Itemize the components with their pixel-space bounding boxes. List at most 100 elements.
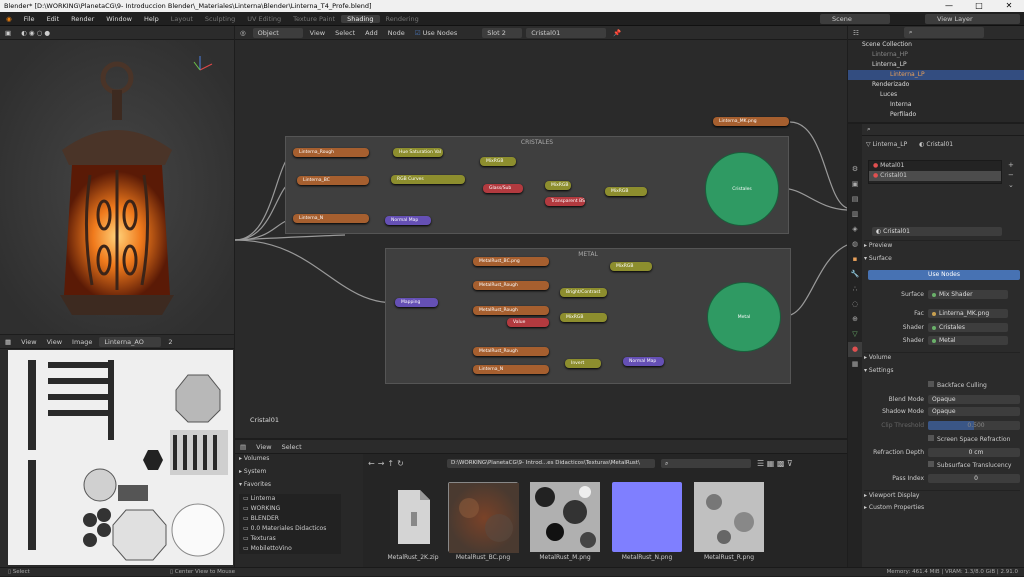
- material-name-field[interactable]: ◐ Cristal01: [872, 227, 1002, 236]
- outliner-item[interactable]: Linterna_LP: [848, 60, 1024, 70]
- menu-file[interactable]: File: [18, 15, 41, 23]
- node-invert[interactable]: Invert: [565, 359, 601, 368]
- file-browser-type-icon[interactable]: ▤: [235, 443, 251, 451]
- favorite-item[interactable]: ▭ Texturas: [239, 534, 341, 544]
- ssr-checkbox[interactable]: Screen Space Refraction: [928, 435, 1024, 445]
- node-linterna-mk[interactable]: Linterna_MK.png: [713, 117, 789, 126]
- file-search-input[interactable]: ⌕: [661, 459, 751, 468]
- tab-sculpting[interactable]: Sculpting: [199, 15, 241, 23]
- file-thumb-r[interactable]: [694, 482, 764, 552]
- panel-custom-properties[interactable]: ▸ Custom Properties: [864, 503, 1020, 513]
- favorite-item[interactable]: ▭ WORKING: [239, 504, 341, 514]
- back-arrow-icon[interactable]: ←: [368, 459, 375, 468]
- node-normal-map-metal[interactable]: Normal Map: [623, 357, 664, 366]
- props-search-icon[interactable]: ⌕: [862, 125, 876, 134]
- node-mixrgb-metal[interactable]: MixRGB: [610, 262, 652, 271]
- node-mixrgb-2[interactable]: MixRGB: [545, 181, 571, 190]
- view-layer-selector[interactable]: View Layer: [925, 14, 1020, 24]
- slot-menu-icon[interactable]: ⌄: [1008, 180, 1014, 190]
- slot-dropdown[interactable]: Slot 2: [482, 27, 523, 38]
- properties-panel[interactable]: ⚙ ▣ ▤ ▥ ◈ ◍ ▪ 🔧 ∴ ◌ ⊕ ▽ ● ▦ ⌕ ▽ Linterna…: [848, 124, 1024, 567]
- menu-add[interactable]: Add: [360, 29, 383, 37]
- node-editor-type-icon[interactable]: ◎: [235, 29, 251, 37]
- minimize-button[interactable]: —: [934, 0, 964, 12]
- outliner[interactable]: Scene Collection Linterna_HP Linterna_LP…: [848, 40, 1024, 122]
- use-nodes-button[interactable]: Use Nodes: [868, 270, 1020, 280]
- refraction-depth-field[interactable]: 0 cm: [928, 448, 1020, 457]
- menu-image[interactable]: Image: [67, 338, 97, 346]
- image-editor-type-icon[interactable]: ▦: [0, 338, 16, 346]
- panel-viewport-display[interactable]: ▸ Viewport Display: [864, 490, 1020, 500]
- sidebar-volumes[interactable]: ▸ Volumes: [235, 454, 363, 464]
- menu-view-files[interactable]: View: [251, 443, 276, 451]
- pass-index-field[interactable]: 0: [928, 474, 1020, 483]
- node-mixrgb-3[interactable]: MixRGB: [605, 187, 647, 196]
- object-mode-dropdown[interactable]: Object: [252, 27, 303, 38]
- maximize-button[interactable]: □: [964, 0, 994, 12]
- view-layer-tab-icon[interactable]: ▥: [848, 207, 862, 222]
- outliner-item[interactable]: Luces: [848, 90, 1024, 100]
- add-slot-button[interactable]: +: [1008, 160, 1014, 170]
- fac-field[interactable]: Linterna_MK.png: [928, 309, 1008, 318]
- favorite-item[interactable]: ▭ Linterna: [239, 494, 341, 504]
- file-thumb-n[interactable]: [612, 482, 682, 552]
- tab-uv-editing[interactable]: UV Editing: [241, 15, 287, 23]
- node-cristales-bsdf[interactable]: Cristales: [705, 152, 779, 226]
- parent-dir-icon[interactable]: ↑: [387, 459, 394, 468]
- data-tab-icon[interactable]: ▽: [848, 327, 862, 342]
- file-thumb-m[interactable]: [530, 482, 600, 552]
- shadow-mode-dropdown[interactable]: Opaque: [928, 407, 1020, 416]
- node-normal-map-cristales[interactable]: Normal Map: [385, 216, 431, 225]
- modifier-tab-icon[interactable]: 🔧: [848, 267, 862, 282]
- 3d-viewport[interactable]: [0, 40, 234, 334]
- menu-view-image-2[interactable]: View: [42, 338, 67, 346]
- file-browser[interactable]: ▤ View Select ▸ Volumes ▸ System ▾ Favor…: [235, 440, 847, 567]
- node-linterna-bc[interactable]: Linterna_BC: [297, 176, 369, 185]
- surface-shader-field[interactable]: Mix Shader: [928, 290, 1008, 299]
- close-button[interactable]: ✕: [994, 0, 1024, 12]
- node-hue-saturation[interactable]: Hue Saturation Val: [393, 148, 443, 157]
- node-linterna-n-metal[interactable]: Linterna_N: [473, 365, 549, 374]
- file-path-field[interactable]: D:\WORKING\PlanetaCG\9- Introd...es Dida…: [447, 459, 655, 468]
- panel-surface[interactable]: ▾ Surface: [864, 254, 1020, 264]
- display-mode-icons[interactable]: ☰ ▦ ▩ ⊽: [757, 459, 793, 468]
- output-tab-icon[interactable]: ▤: [848, 192, 862, 207]
- forward-arrow-icon[interactable]: →: [378, 459, 385, 468]
- tab-shading[interactable]: Shading: [341, 14, 380, 23]
- material-slot[interactable]: ● Metal01: [869, 161, 1001, 171]
- tab-layout[interactable]: Layout: [165, 15, 199, 23]
- menu-render[interactable]: Render: [65, 15, 100, 23]
- file-thumb-zip[interactable]: [378, 482, 448, 552]
- outliner-item-selected[interactable]: Linterna_LP: [848, 70, 1024, 80]
- material-slot-selected[interactable]: ● Cristal01: [869, 171, 1001, 181]
- outliner-item[interactable]: Scene Collection: [848, 40, 1024, 50]
- node-linterna-rough[interactable]: Linterna_Rough: [293, 148, 369, 157]
- node-editor[interactable]: CRISTALES METAL Linterna_MK.png Linterna…: [235, 40, 847, 438]
- node-metalrust-rough-3[interactable]: MetalRust_Rough: [473, 347, 549, 356]
- tab-texture-paint[interactable]: Texture Paint: [287, 15, 341, 23]
- use-nodes-checkbox[interactable]: ☑ Use Nodes: [410, 29, 462, 37]
- world-tab-icon[interactable]: ◍: [848, 237, 862, 252]
- outliner-type-icon[interactable]: ☷: [848, 29, 864, 37]
- outliner-item[interactable]: Linterna_HP: [848, 50, 1024, 60]
- menu-view[interactable]: View: [305, 29, 330, 37]
- node-mixrgb-1[interactable]: MixRGB: [480, 157, 516, 166]
- node-mapping[interactable]: Mapping: [395, 298, 438, 307]
- material-tab-icon[interactable]: ●: [848, 342, 862, 357]
- physics-tab-icon[interactable]: ◌: [848, 297, 862, 312]
- outliner-search-input[interactable]: ⌕: [903, 27, 984, 38]
- sss-checkbox[interactable]: Subsurface Translucency: [928, 461, 1024, 471]
- menu-select[interactable]: Select: [330, 29, 360, 37]
- clip-threshold-slider[interactable]: 0.500: [928, 421, 1020, 430]
- favorite-item[interactable]: ▭ MobilettoVino: [239, 544, 341, 554]
- shader1-field[interactable]: Cristales: [928, 323, 1008, 332]
- favorite-item[interactable]: ▭ 0.0 Materiales Didacticos: [239, 524, 341, 534]
- particles-tab-icon[interactable]: ∴: [848, 282, 862, 297]
- blender-logo-icon[interactable]: ◉: [0, 15, 18, 23]
- menu-node[interactable]: Node: [383, 29, 410, 37]
- sidebar-favorites[interactable]: ▾ Favorites: [235, 480, 363, 490]
- node-bright-contrast[interactable]: Bright/Contrast: [560, 288, 607, 297]
- tab-rendering[interactable]: Rendering: [380, 15, 425, 23]
- pin-icon[interactable]: 📌: [608, 29, 626, 37]
- texture-tab-icon[interactable]: ▦: [848, 357, 862, 372]
